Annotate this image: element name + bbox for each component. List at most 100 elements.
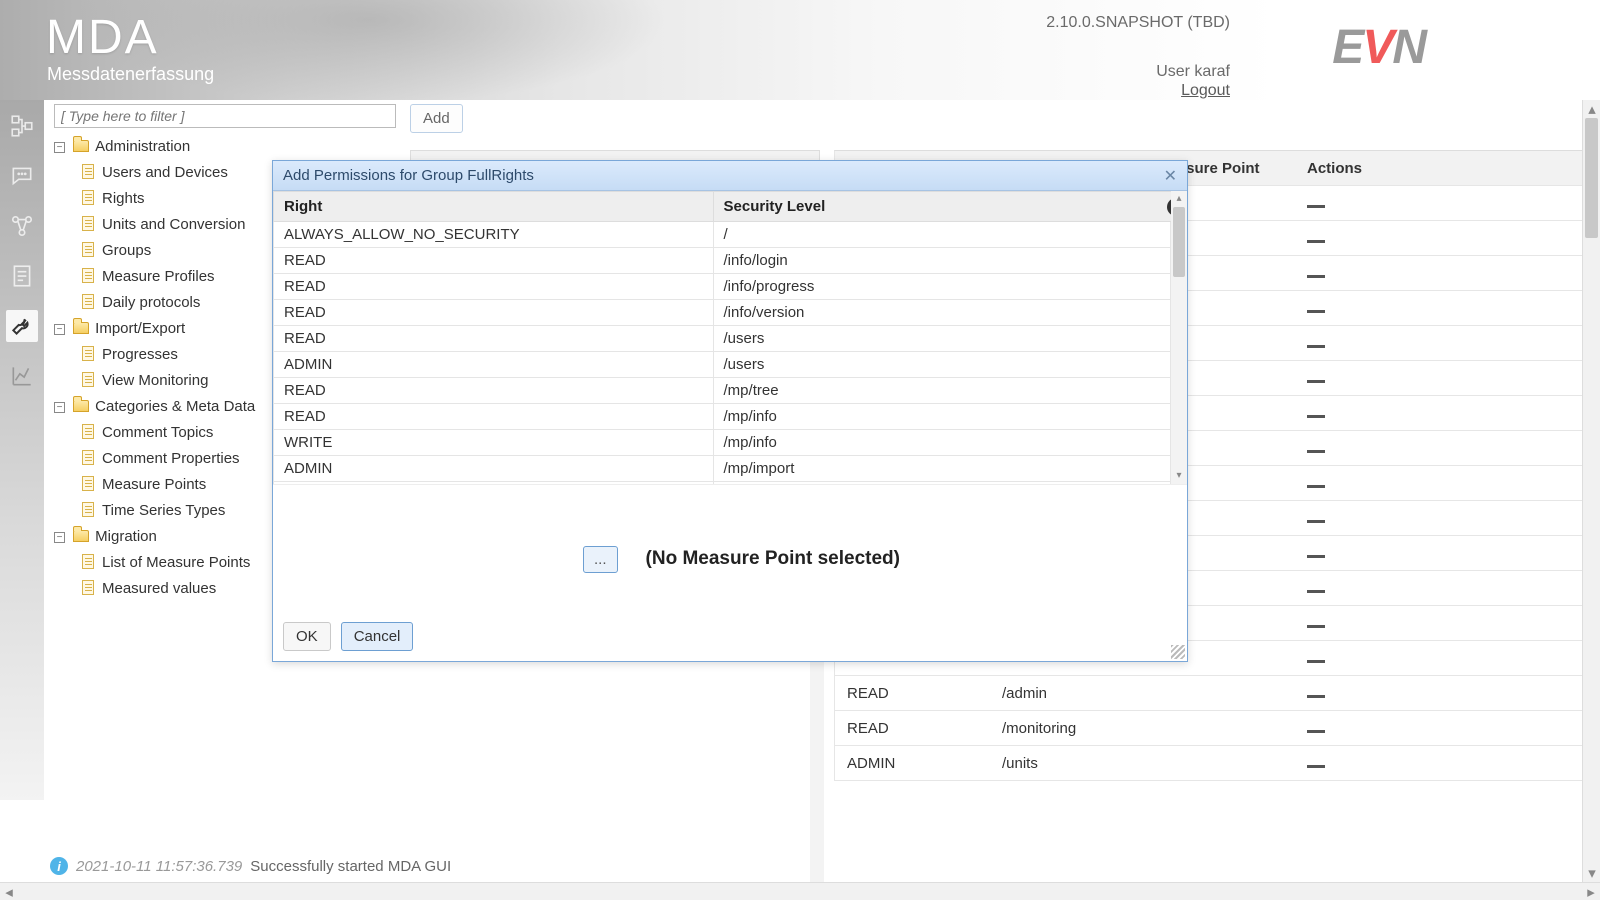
cell-actions (1295, 440, 1585, 457)
dialog-table-scrollbar[interactable]: ▴ ▾ (1171, 191, 1187, 484)
perm-sl-cell: / (713, 222, 1170, 248)
page-icon (82, 268, 94, 283)
remove-icon[interactable] (1307, 695, 1325, 698)
close-icon[interactable]: ✕ (1164, 166, 1177, 186)
cell-actions (1295, 510, 1585, 527)
remove-icon[interactable] (1307, 485, 1325, 488)
page-icon (82, 580, 94, 595)
table-row[interactable]: READ/monitoring (834, 711, 1586, 746)
tree-folder-label: Categories & Meta Data (95, 398, 255, 415)
collapse-icon[interactable]: − (54, 324, 65, 335)
tree-filter-input[interactable] (54, 104, 396, 128)
remove-icon[interactable] (1307, 730, 1325, 733)
collapse-icon[interactable]: − (54, 532, 65, 543)
wrench-icon[interactable] (6, 310, 38, 342)
remove-icon[interactable] (1307, 240, 1325, 243)
vscroll-down-icon[interactable]: ▾ (1583, 864, 1600, 882)
chat-icon[interactable] (6, 160, 38, 192)
nav-rail (0, 100, 44, 800)
collapse-icon[interactable]: − (54, 142, 65, 153)
permission-row[interactable]: READ/mp/info (274, 404, 1171, 430)
scroll-down-icon[interactable]: ▾ (1171, 468, 1187, 484)
perm-sl-cell: /info/login (713, 248, 1170, 274)
cell-actions (1295, 545, 1585, 562)
page-icon (82, 424, 94, 439)
perm-col-right[interactable]: Right (274, 192, 714, 222)
permission-row[interactable]: READ/mp/tree (274, 378, 1171, 404)
tree-icon[interactable] (6, 110, 38, 142)
window-vscroll[interactable]: ▴ ▾ (1582, 100, 1600, 882)
permission-row[interactable]: ADMIN/mp/import (274, 456, 1171, 482)
cell-security-level: /monitoring (990, 720, 1145, 737)
tree-item-label: Time Series Types (102, 502, 225, 519)
status-timestamp: 2021-10-11 11:57:36.739 (76, 858, 242, 875)
remove-icon[interactable] (1307, 450, 1325, 453)
perm-right-cell: READ (274, 248, 714, 274)
permission-row[interactable]: READ/users (274, 326, 1171, 352)
collapse-icon[interactable]: − (54, 402, 65, 413)
remove-icon[interactable] (1307, 555, 1325, 558)
remove-icon[interactable] (1307, 520, 1325, 523)
logout-link[interactable]: Logout (1181, 82, 1230, 100)
document-icon[interactable] (6, 260, 38, 292)
page-icon (82, 294, 94, 309)
permission-row[interactable]: READ/info/login (274, 248, 1171, 274)
remove-icon[interactable] (1307, 310, 1325, 313)
page-icon (82, 242, 94, 257)
perm-right-cell: ADMIN (274, 456, 714, 482)
hscroll-right-icon[interactable]: ▸ (1582, 883, 1600, 900)
cell-actions (1295, 370, 1585, 387)
perm-sl-cell: /data/mda (713, 482, 1170, 486)
scroll-up-icon[interactable]: ▴ (1171, 191, 1187, 207)
add-button[interactable]: Add (410, 104, 463, 133)
measure-point-row: ... (No Measure Point selected) (273, 485, 1187, 605)
remove-icon[interactable] (1307, 345, 1325, 348)
permission-row[interactable]: ADMIN/users (274, 352, 1171, 378)
window-hscroll[interactable]: ◂ ▸ (0, 882, 1600, 900)
page-icon (82, 554, 94, 569)
vscroll-thumb[interactable] (1585, 118, 1598, 238)
page-icon (82, 190, 94, 205)
permission-row[interactable]: READ/info/progress (274, 274, 1171, 300)
perm-right-cell: READ (274, 404, 714, 430)
cell-right: ADMIN (835, 755, 990, 772)
page-icon (82, 476, 94, 491)
resize-handle[interactable] (1171, 645, 1185, 659)
remove-icon[interactable] (1307, 380, 1325, 383)
cancel-button[interactable]: Cancel (341, 622, 414, 651)
page-icon (82, 216, 94, 231)
dialog-titlebar[interactable]: Add Permissions for Group FullRights ✕ (273, 161, 1187, 191)
chart-icon[interactable] (6, 360, 38, 392)
cell-right: READ (835, 685, 990, 702)
remove-icon[interactable] (1307, 660, 1325, 663)
perm-right-cell: WRITE (274, 430, 714, 456)
scroll-thumb[interactable] (1173, 207, 1185, 277)
network-icon[interactable] (6, 210, 38, 242)
remove-icon[interactable] (1307, 590, 1325, 593)
table-row[interactable]: ADMIN/units (834, 746, 1586, 781)
permission-row[interactable]: WRITE/mp/info (274, 430, 1171, 456)
measure-point-status: (No Measure Point selected) (646, 548, 900, 570)
cell-right: READ (835, 720, 990, 737)
remove-icon[interactable] (1307, 625, 1325, 628)
remove-icon[interactable] (1307, 415, 1325, 418)
add-permissions-dialog: Add Permissions for Group FullRights ✕ R… (272, 160, 1188, 662)
tree-item-label: Daily protocols (102, 294, 200, 311)
permission-row[interactable]: READ/data/mda (274, 482, 1171, 486)
remove-icon[interactable] (1307, 275, 1325, 278)
permission-row[interactable]: ALWAYS_ALLOW_NO_SECURITY/ (274, 222, 1171, 248)
perm-col-security-level[interactable]: Security Level + (713, 192, 1170, 222)
ok-button[interactable]: OK (283, 622, 331, 651)
vscroll-up-icon[interactable]: ▴ (1583, 100, 1600, 118)
remove-icon[interactable] (1307, 765, 1325, 768)
select-measure-point-button[interactable]: ... (583, 546, 618, 573)
current-user-label: User karaf (1156, 63, 1230, 81)
table-row[interactable]: READ/admin (834, 676, 1586, 711)
tree-filter[interactable] (54, 104, 396, 128)
tree-item-label: View Monitoring (102, 372, 208, 389)
permission-row[interactable]: READ/info/version (274, 300, 1171, 326)
perm-right-cell: READ (274, 326, 714, 352)
cell-actions (1295, 195, 1585, 212)
remove-icon[interactable] (1307, 205, 1325, 208)
hscroll-left-icon[interactable]: ◂ (0, 883, 18, 900)
